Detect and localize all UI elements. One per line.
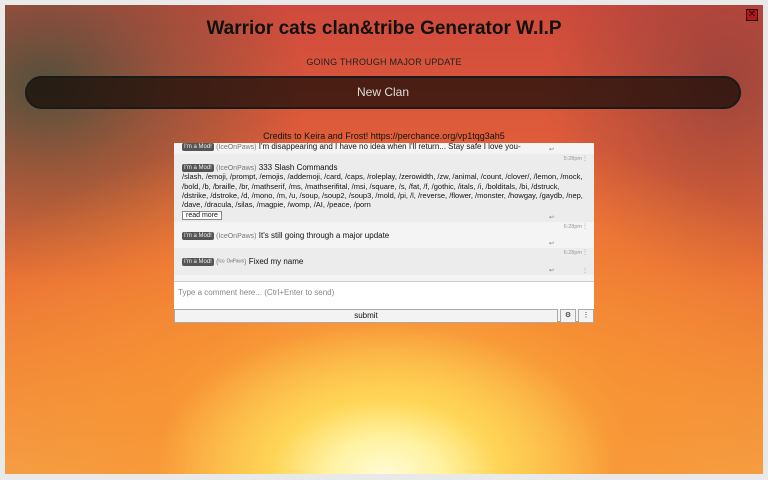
comment-menu-icon[interactable]: ⋮ xyxy=(582,155,588,162)
submit-button[interactable]: submit xyxy=(174,309,558,323)
credits-text: Credits to Keira and Frost! https://perc… xyxy=(263,131,505,141)
options-menu-icon[interactable]: ⋮ xyxy=(578,309,594,323)
mod-badge: I'm a Mod! xyxy=(182,143,214,151)
mod-badge: I'm a Mod! xyxy=(182,231,214,240)
reply-icon[interactable]: ↩ xyxy=(549,146,554,153)
comment-item: ⋮ 5:28pm I'm a Mod! (IceOnPaws) 333 Slas… xyxy=(174,153,594,222)
read-more-button[interactable]: read more xyxy=(182,210,222,220)
comment-text: I'm disappearing and I have no idea when… xyxy=(258,143,521,151)
comment-menu-icon[interactable]: ⋮ xyxy=(582,267,588,274)
comment-time: 5:28pm xyxy=(563,155,582,162)
comments-panel: I'm a Mod! (IceOnPaws) I'm disappearing … xyxy=(174,143,594,323)
comment-commands-text: /slash, /emoji, /prompt, /emojis, /addem… xyxy=(182,172,583,210)
mod-badge: I'm a Mod! xyxy=(182,258,214,267)
new-clan-button[interactable]: New Clan xyxy=(25,76,741,109)
reply-icon[interactable]: ↩ xyxy=(549,214,554,221)
comment-input[interactable]: Type a comment here... (Ctrl+Enter to se… xyxy=(174,281,594,309)
comment-time: 6:28pm xyxy=(563,223,582,230)
reply-icon[interactable]: ↩ xyxy=(549,240,554,247)
comment-text: 333 Slash Commands xyxy=(258,162,338,172)
comment-item: I'm a Mod! (IceOnPaws) I'm disappearing … xyxy=(174,143,594,154)
mod-badge: I'm a Mod! xyxy=(182,163,214,172)
comment-text: Fixed my name xyxy=(248,257,304,267)
comment-username[interactable]: (IceOnPaws) xyxy=(216,144,256,151)
comment-username[interactable]: (IceOnPaws) xyxy=(216,165,256,172)
page-title: Warrior cats clan&tribe Generator W.I.P xyxy=(206,18,562,39)
comment-menu-icon[interactable]: ⋮ xyxy=(582,249,588,256)
page-background: ✕ Warrior cats clan&tribe Generator W.I.… xyxy=(5,5,763,474)
submit-bar: submit ⚙ ⋮ xyxy=(174,309,594,323)
settings-gear-icon[interactable]: ⚙ xyxy=(560,309,576,323)
comment-username[interactable]: (IceOnPaws) xyxy=(216,233,256,240)
page-subtitle: GOING THROUGH MAJOR UPDATE xyxy=(306,57,462,67)
comment-text: It's still going through a major update xyxy=(258,230,390,240)
reply-icon[interactable]: ↩ xyxy=(549,267,554,274)
comment-menu-icon[interactable]: ⋮ xyxy=(582,223,588,230)
comment-input-placeholder: Type a comment here... (Ctrl+Enter to se… xyxy=(178,288,335,297)
comment-item: ⋮ 6:28pm I'm a Mod! (ᴵᶜᵉ ᴼᶰᴾᵃʷˢ) Fixed m… xyxy=(174,248,594,275)
comment-item: ⋮ 6:28pm I'm a Mod! (IceOnPaws) It's sti… xyxy=(174,222,594,249)
comment-time: 6:28pm xyxy=(563,250,582,257)
comment-list[interactable]: I'm a Mod! (IceOnPaws) I'm disappearing … xyxy=(174,143,594,277)
comment-username[interactable]: (ᴵᶜᵉ ᴼᶰᴾᵃʷˢ) xyxy=(216,259,246,266)
